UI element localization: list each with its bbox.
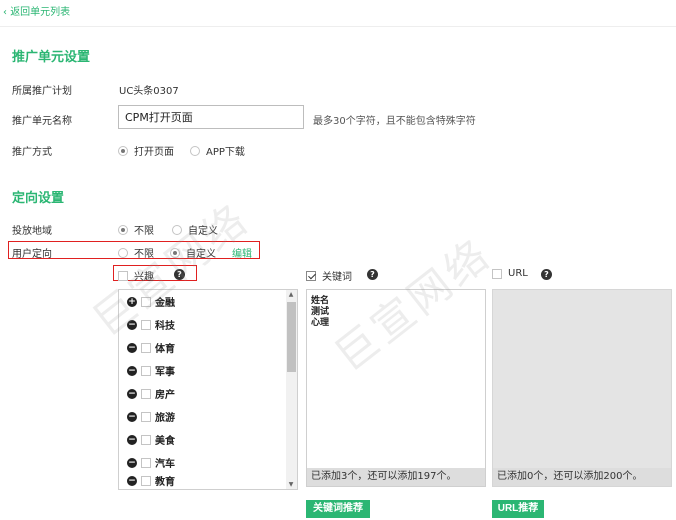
interest-item-label: 房产: [155, 390, 175, 401]
interest-item-checkbox[interactable]: [141, 319, 151, 330]
interest-item-label: 科技: [155, 321, 175, 332]
user-targeting-edit-link[interactable]: 编辑: [232, 245, 252, 260]
interest-item-label: 体育: [155, 344, 175, 355]
chevron-left-icon: ‹: [3, 7, 7, 18]
url-count-footer: 已添加0个，还可以添加200个。: [493, 468, 671, 486]
interest-item-travel[interactable]: − 旅游: [127, 409, 175, 424]
interest-item-finance[interactable]: + 金融: [127, 294, 175, 309]
interest-help-icon[interactable]: ?: [174, 269, 185, 280]
collapse-icon[interactable]: −: [127, 342, 137, 353]
interest-toggle[interactable]: 兴趣: [118, 268, 154, 283]
user-custom-label: 自定义: [186, 249, 216, 260]
interest-item-label: 美食: [155, 436, 175, 447]
interest-item-checkbox[interactable]: [141, 296, 151, 307]
back-link-label: 返回单元列表: [10, 7, 71, 18]
scroll-up-arrow-icon[interactable]: ▲: [286, 291, 296, 298]
user-targeting-label: 用户定向: [12, 249, 52, 260]
unit-name-label: 推广单元名称: [12, 116, 72, 127]
url-panel[interactable]: 已添加0个，还可以添加200个。: [492, 289, 672, 487]
interest-item-sports[interactable]: − 体育: [127, 340, 175, 355]
user-unlimited-label: 不限: [134, 249, 154, 260]
keyword-help-icon[interactable]: ?: [367, 269, 378, 280]
method-open-page-radio[interactable]: [118, 145, 128, 156]
method-label: 推广方式: [12, 147, 52, 158]
region-custom-label: 自定义: [188, 226, 218, 237]
collapse-icon[interactable]: −: [127, 319, 137, 330]
keyword-label: 关键词: [322, 272, 352, 283]
keyword-item: 心理: [311, 318, 330, 328]
collapse-icon[interactable]: −: [127, 475, 137, 486]
interest-item-label: 教育: [155, 477, 175, 488]
collapse-icon[interactable]: −: [127, 388, 137, 399]
user-option-unlimited[interactable]: 不限: [118, 245, 154, 260]
interest-item-checkbox[interactable]: [141, 388, 151, 399]
url-recommend-button[interactable]: URL推荐: [492, 500, 544, 518]
interest-scrollbar[interactable]: ▲ ▼: [286, 290, 297, 489]
collapse-icon[interactable]: −: [127, 365, 137, 376]
keyword-toggle[interactable]: 关键词: [306, 268, 352, 283]
interest-item-auto[interactable]: − 汽车: [127, 455, 175, 470]
interest-item-tech[interactable]: − 科技: [127, 317, 175, 332]
interest-item-realestate[interactable]: − 房产: [127, 386, 175, 401]
scroll-down-arrow-icon[interactable]: ▼: [286, 481, 296, 488]
section-title-promo-unit: 推广单元设置: [12, 50, 91, 65]
keyword-checkbox[interactable]: [306, 270, 316, 281]
method-app-download-radio[interactable]: [190, 145, 200, 156]
method-option-open-page[interactable]: 打开页面: [118, 143, 174, 158]
interest-checkbox[interactable]: [118, 270, 128, 281]
interest-item-education[interactable]: − 教育: [127, 473, 175, 488]
interest-item-checkbox[interactable]: [141, 457, 151, 468]
region-unlimited-label: 不限: [134, 226, 154, 237]
interest-item-checkbox[interactable]: [141, 434, 151, 445]
section-title-targeting: 定向设置: [12, 191, 65, 206]
interest-label: 兴趣: [134, 272, 154, 283]
collapse-icon[interactable]: −: [127, 411, 137, 422]
campaign-value: UC头条0307: [119, 86, 179, 97]
expand-icon[interactable]: +: [127, 296, 137, 307]
interest-item-label: 金融: [155, 298, 175, 309]
region-option-unlimited[interactable]: 不限: [118, 222, 154, 237]
url-label: URL: [508, 268, 528, 279]
interest-item-food[interactable]: − 美食: [127, 432, 175, 447]
unit-name-hint: 最多30个字符，且不能包含特殊字符: [313, 116, 476, 127]
interest-tree-panel[interactable]: + 金融 − 科技 − 体育 − 军事 − 房产 − 旅游 − 美食 − 汽车 …: [118, 289, 298, 490]
back-to-unit-list-link[interactable]: ‹ 返回单元列表: [3, 3, 70, 18]
region-custom-radio[interactable]: [172, 224, 182, 235]
user-custom-radio[interactable]: [170, 247, 180, 258]
interest-item-checkbox[interactable]: [141, 365, 151, 376]
url-help-icon[interactable]: ?: [541, 269, 552, 280]
interest-item-label: 军事: [155, 367, 175, 378]
keyword-recommend-button[interactable]: 关键词推荐: [306, 500, 370, 518]
campaign-label: 所属推广计划: [12, 86, 72, 97]
url-checkbox[interactable]: [492, 268, 502, 279]
interest-item-checkbox[interactable]: [141, 475, 151, 486]
keyword-count-footer: 已添加3个，还可以添加197个。: [307, 468, 485, 486]
interest-item-label: 汽车: [155, 459, 175, 470]
header-divider: [0, 26, 676, 27]
interest-item-checkbox[interactable]: [141, 342, 151, 353]
interest-item-checkbox[interactable]: [141, 411, 151, 422]
method-app-download-label: APP下载: [206, 147, 245, 158]
user-unlimited-radio[interactable]: [118, 247, 128, 258]
user-option-custom[interactable]: 自定义: [170, 245, 216, 260]
interest-item-military[interactable]: − 军事: [127, 363, 175, 378]
unit-name-input[interactable]: [118, 105, 304, 129]
url-toggle[interactable]: URL: [492, 268, 528, 279]
keyword-panel[interactable]: 姓名 测试 心理 已添加3个，还可以添加197个。: [306, 289, 486, 487]
collapse-icon[interactable]: −: [127, 434, 137, 445]
method-open-page-label: 打开页面: [134, 147, 174, 158]
interest-scrollbar-thumb[interactable]: [287, 302, 296, 372]
method-option-app-download[interactable]: APP下载: [190, 143, 245, 158]
collapse-icon[interactable]: −: [127, 457, 137, 468]
region-label: 投放地域: [12, 226, 52, 237]
interest-item-label: 旅游: [155, 413, 175, 424]
region-option-custom[interactable]: 自定义: [172, 222, 218, 237]
region-unlimited-radio[interactable]: [118, 224, 128, 235]
